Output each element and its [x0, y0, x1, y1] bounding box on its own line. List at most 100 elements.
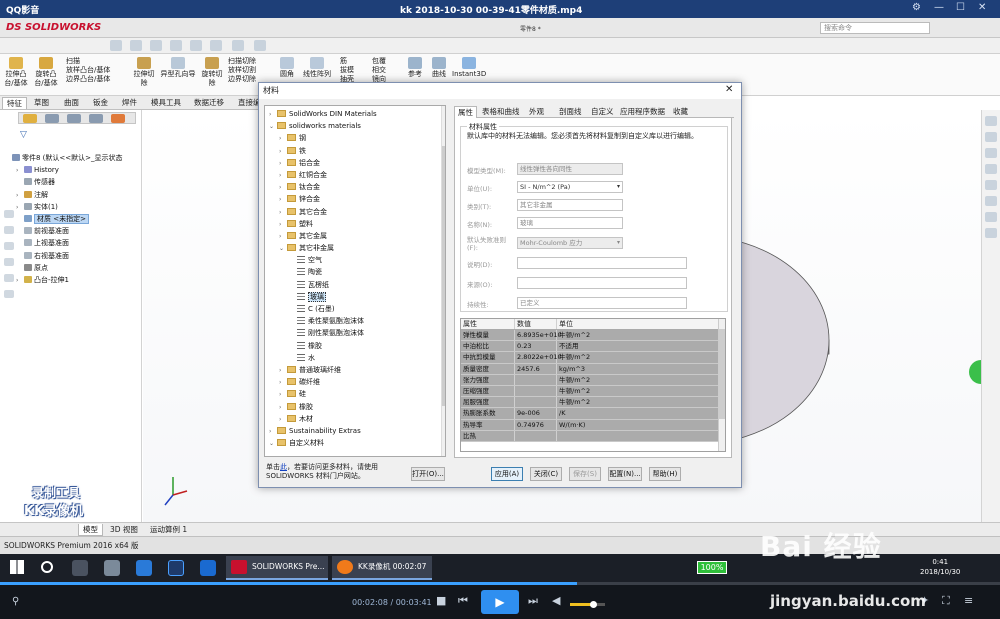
feature-tree-item[interactable]: 上视基准面: [4, 237, 144, 249]
feature-tree-item[interactable]: 右视基准面: [4, 250, 144, 262]
material-folder-item[interactable]: ⌄ 其它非金属: [269, 242, 445, 254]
taskbar-solidworks[interactable]: SOLIDWORKS Pre...: [226, 556, 328, 580]
table-scrollbar[interactable]: [718, 319, 725, 451]
material-folder-item[interactable]: › 铁: [269, 145, 445, 157]
material-item[interactable]: 瓦楞纸: [269, 279, 445, 291]
expand-arrow-icon[interactable]: ›: [269, 109, 277, 121]
expand-arrow-icon[interactable]: ›: [16, 275, 24, 287]
material-item[interactable]: 空气: [269, 254, 445, 266]
material-folder-item[interactable]: › 硅: [269, 388, 445, 400]
expand-arrow-icon[interactable]: ⌄: [269, 121, 277, 133]
instant3d-button[interactable]: Instant3D: [452, 57, 486, 79]
expand-arrow-icon[interactable]: ›: [279, 194, 287, 206]
revolve-cut-button[interactable]: 旋转切除: [200, 57, 224, 88]
volume-slider[interactable]: [570, 601, 605, 608]
close-icon[interactable]: ✕: [978, 2, 986, 13]
fillet-button[interactable]: 圆角: [276, 57, 298, 79]
tree-scrollbar-thumb[interactable]: [442, 146, 445, 406]
curves-button[interactable]: 曲线: [428, 57, 450, 79]
revolve-boss-button[interactable]: 旋转凸台/基体: [34, 57, 58, 88]
units-select[interactable]: SI - N/m^2 (Pa) ▾: [517, 181, 623, 193]
table-row[interactable]: 压缩强度 牛顿/m^2: [461, 385, 725, 398]
material-item[interactable]: C (石墨): [269, 303, 445, 315]
hole-wizard-button[interactable]: 异型孔向导: [160, 57, 196, 79]
open-button[interactable]: 打开(O)...: [411, 467, 445, 481]
configuration-tab-icon[interactable]: [67, 114, 81, 123]
feature-tree-item[interactable]: › History: [4, 164, 144, 176]
task-pane-icon[interactable]: [985, 228, 997, 238]
material-folder-item[interactable]: › 木材: [269, 413, 445, 425]
extrude-boss-button[interactable]: 拉伸凸台/基体: [4, 57, 28, 88]
expand-arrow-icon[interactable]: ⌄: [269, 438, 277, 450]
ie-icon[interactable]: [136, 560, 152, 576]
table-row[interactable]: 屈服强度 牛顿/m^2: [461, 397, 725, 409]
expand-arrow-icon[interactable]: ›: [279, 146, 287, 158]
expand-arrow-icon[interactable]: ›: [269, 426, 277, 438]
expand-arrow-icon[interactable]: ›: [279, 231, 287, 243]
new-icon[interactable]: [110, 40, 122, 51]
tab-data-migration[interactable]: 数据迁移: [190, 97, 228, 109]
tab-sheet-metal[interactable]: 钣金: [89, 97, 112, 109]
playlist-icon[interactable]: ⚲: [12, 596, 19, 607]
material-folder-item[interactable]: › 红铜合金: [269, 169, 445, 181]
linear-pattern-button[interactable]: 线性阵列: [300, 57, 334, 79]
task-pane-icon[interactable]: [985, 164, 997, 174]
options-icon[interactable]: [254, 40, 266, 51]
material-portal-link[interactable]: 此: [280, 463, 287, 471]
table-row[interactable]: 中泊松比 0.23 不适用: [461, 341, 725, 353]
table-row[interactable]: 热膨胀系数 9e-006/K: [461, 408, 725, 420]
windows-start-icon[interactable]: [10, 560, 24, 574]
feature-tree-tab-icon[interactable]: [23, 114, 37, 123]
material-folder-item[interactable]: ⌄ 自定义材料: [269, 437, 445, 449]
expand-arrow-icon[interactable]: ›: [279, 158, 287, 170]
save-button[interactable]: 保存(S): [569, 467, 601, 481]
property-manager-tab-icon[interactable]: [45, 114, 59, 123]
tab-appearance[interactable]: 外观: [526, 106, 547, 118]
table-row[interactable]: 热导率 0.74976 W/(m·K): [461, 419, 725, 431]
material-item[interactable]: 柔性聚氨酯泡沫体: [269, 315, 445, 327]
tab-properties[interactable]: 属性: [454, 106, 477, 118]
tab-weldments[interactable]: 焊件: [118, 97, 141, 109]
seek-bar[interactable]: [0, 582, 1000, 585]
table-row[interactable]: 质量密度 2457.6 kg/m^3: [461, 363, 725, 375]
material-folder-item[interactable]: › 钛合金: [269, 181, 445, 193]
fullscreen-icon[interactable]: ⛶: [942, 594, 950, 608]
failure-criterion-select[interactable]: Mohr-Coulomb 应力 ▾: [517, 237, 623, 249]
expand-arrow-icon[interactable]: ›: [279, 365, 287, 377]
maximize-icon[interactable]: ☐: [956, 2, 965, 13]
material-folder-item[interactable]: › 碳纤维: [269, 376, 445, 388]
select-icon[interactable]: [210, 40, 222, 51]
tab-tables-curves[interactable]: 表格和曲线: [479, 106, 523, 118]
expand-arrow-icon[interactable]: ›: [279, 389, 287, 401]
cortana-icon[interactable]: [41, 561, 53, 573]
taskbar-kk-recorder[interactable]: KK录像机 00:02:07: [332, 556, 432, 580]
material-folder-item[interactable]: › 锌合金: [269, 193, 445, 205]
tab-custom[interactable]: 自定义: [588, 106, 617, 118]
material-folder-item[interactable]: › 钢: [269, 132, 445, 144]
expand-arrow-icon[interactable]: ›: [279, 414, 287, 426]
open-icon[interactable]: [130, 40, 142, 51]
feature-tree-item[interactable]: 前视基准面: [4, 225, 144, 237]
tab-application-data[interactable]: 应用程序数据: [617, 106, 668, 118]
expand-arrow-icon[interactable]: ⌄: [279, 243, 287, 255]
table-scrollbar-thumb[interactable]: [719, 329, 725, 419]
minimize-icon[interactable]: —: [934, 2, 944, 13]
tab-features[interactable]: 特征: [2, 97, 27, 109]
extrude-cut-button[interactable]: 拉伸切除: [132, 57, 156, 88]
material-folder-item[interactable]: ⌄ solidworks materials: [269, 120, 445, 132]
feature-tree-item[interactable]: › 凸台-拉伸1: [4, 274, 144, 286]
feature-tree-item[interactable]: › 注解: [4, 189, 144, 201]
display-manager-tab-icon[interactable]: [111, 114, 125, 123]
tree-scrollbar[interactable]: [441, 106, 445, 456]
task-pane-icon[interactable]: [985, 116, 997, 126]
task-pane-icon[interactable]: [985, 196, 997, 206]
expand-arrow-icon[interactable]: ›: [16, 202, 24, 214]
tab-sketch[interactable]: 草图: [30, 97, 53, 109]
stop-icon[interactable]: ■: [436, 594, 446, 607]
expand-arrow-icon[interactable]: ›: [279, 377, 287, 389]
tool-icon[interactable]: [4, 290, 14, 298]
previous-icon[interactable]: ⏮: [458, 594, 468, 608]
table-row[interactable]: 比热: [461, 430, 725, 442]
sweep-loft-group[interactable]: 扫描 放样凸台/基体 边界凸台/基体: [66, 57, 128, 84]
task-view-icon[interactable]: [72, 560, 88, 576]
